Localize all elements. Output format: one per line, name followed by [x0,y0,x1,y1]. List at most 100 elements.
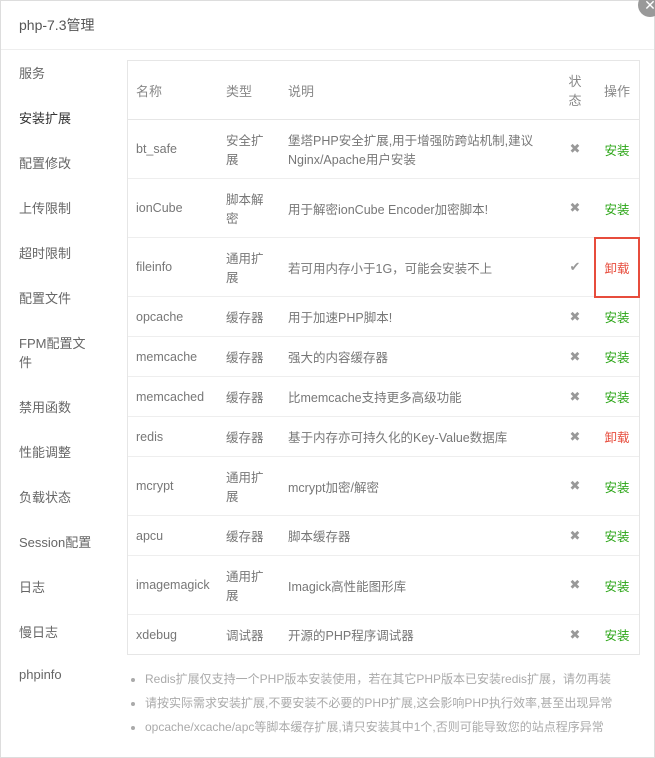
install-button[interactable]: 安装 [604,391,629,405]
sidebar-item-5[interactable]: 配置文件 [1,275,113,320]
cell-action: 安装 [595,179,639,238]
cell-desc: 用于解密ionCube Encoder加密脚本! [280,179,555,238]
content-area: 名称 类型 说明 状态 操作 bt_safe安全扩展堡塔PHP安全扩展,用于增强… [113,50,654,757]
cell-desc: 脚本缓存器 [280,516,555,556]
cell-status: ✖ [555,556,595,615]
cell-type: 缓存器 [218,377,280,417]
sidebar-item-1[interactable]: 安装扩展 [1,95,113,140]
cell-type: 缓存器 [218,297,280,337]
cell-status: ✖ [555,417,595,457]
cell-name: ionCube [128,179,218,238]
cell-status: ✖ [555,120,595,179]
sidebar-item-10[interactable]: Session配置 [1,519,113,564]
table-row: redis缓存器基于内存亦可持久化的Key-Value数据库✖ 卸载 [128,417,639,457]
th-action: 操作 [595,61,639,120]
sidebar-item-13[interactable]: phpinfo [1,654,113,695]
table-row: xdebug调试器开源的PHP程序调试器✖ 安装 [128,615,639,655]
cell-name: imagemagick [128,556,218,615]
cell-name: opcache [128,297,218,337]
cell-status: ✖ [555,457,595,516]
cell-desc: mcrypt加密/解密 [280,457,555,516]
cell-type: 脚本解密 [218,179,280,238]
cell-desc: 基于内存亦可持久化的Key-Value数据库 [280,417,555,457]
cell-status: ✖ [555,516,595,556]
install-button[interactable]: 安装 [604,144,629,158]
cell-action: 安装 [595,297,639,337]
cell-status: ✖ [555,377,595,417]
table-row: ionCube脚本解密用于解密ionCube Encoder加密脚本!✖安装 [128,179,639,238]
th-desc: 说明 [280,61,555,120]
table-row: bt_safe安全扩展堡塔PHP安全扩展,用于增强防跨站机制,建议Nginx/A… [128,120,639,179]
th-status: 状态 [555,61,595,120]
cell-action: 安装 [595,516,639,556]
th-type: 类型 [218,61,280,120]
install-button[interactable]: 安装 [604,481,629,495]
table-row: memcached缓存器比memcache支持更多高级功能✖ 安装 [128,377,639,417]
cell-desc: Imagick高性能图形库 [280,556,555,615]
cell-type: 安全扩展 [218,120,280,179]
cell-desc: 比memcache支持更多高级功能 [280,377,555,417]
table-row: mcrypt通用扩展mcrypt加密/解密✖ 安装 [128,457,639,516]
sidebar-item-11[interactable]: 日志 [1,564,113,609]
cell-desc: 开源的PHP程序调试器 [280,615,555,655]
sidebar-item-2[interactable]: 配置修改 [1,140,113,185]
table-row: memcache缓存器强大的内容缓存器✖安装 [128,337,639,377]
install-button[interactable]: 安装 [604,530,629,544]
cell-name: xdebug [128,615,218,655]
install-button[interactable]: 安装 [604,351,629,365]
cell-name: fileinfo [128,238,218,297]
extensions-table: 名称 类型 说明 状态 操作 bt_safe安全扩展堡塔PHP安全扩展,用于增强… [128,61,639,654]
table-row: apcu缓存器脚本缓存器✖ 安装 [128,516,639,556]
sidebar-item-12[interactable]: 慢日志 [1,609,113,654]
sidebar-item-9[interactable]: 负载状态 [1,474,113,519]
install-button[interactable]: 安装 [604,203,629,217]
cell-type: 通用扩展 [218,238,280,297]
cell-action: 卸载 [595,238,639,297]
cell-action: 安装 [595,337,639,377]
cell-type: 缓存器 [218,417,280,457]
cell-action: 安装 [595,457,639,516]
install-button[interactable]: 安装 [604,580,629,594]
cell-action: 安装 [595,120,639,179]
sidebar-item-4[interactable]: 超时限制 [1,230,113,275]
install-button[interactable]: 安装 [604,629,629,643]
sidebar-item-8[interactable]: 性能调整 [1,429,113,474]
extensions-tbody: bt_safe安全扩展堡塔PHP安全扩展,用于增强防跨站机制,建议Nginx/A… [128,120,639,655]
sidebar-item-6[interactable]: FPM配置文件 [1,320,113,384]
cell-type: 缓存器 [218,516,280,556]
cell-action: 安装 [595,377,639,417]
table-row: imagemagick通用扩展Imagick高性能图形库✖ 安装 [128,556,639,615]
sidebar-item-3[interactable]: 上传限制 [1,185,113,230]
cell-name: memcached [128,377,218,417]
modal-title: php-7.3管理 [1,1,654,50]
table-row: opcache缓存器用于加速PHP脚本!✖ 安装 [128,297,639,337]
table-row: fileinfo通用扩展若可用内存小于1G，可能会安装不上✔ 卸载 [128,238,639,297]
cell-type: 通用扩展 [218,457,280,516]
cell-action: 安装 [595,556,639,615]
cell-type: 通用扩展 [218,556,280,615]
sidebar-item-0[interactable]: 服务 [1,50,113,95]
install-button[interactable]: 安装 [604,311,629,325]
note-item: opcache/xcache/apc等脚本缓存扩展,请只安装其中1个,否则可能导… [145,715,640,739]
cell-desc: 堡塔PHP安全扩展,用于增强防跨站机制,建议Nginx/Apache用户安装 [280,120,555,179]
cell-action: 卸载 [595,417,639,457]
note-item: Redis扩展仅支持一个PHP版本安装使用，若在其它PHP版本已安装redis扩… [145,667,640,691]
cell-name: mcrypt [128,457,218,516]
cell-status: ✖ [555,615,595,655]
note-item: 请按实际需求安装扩展,不要安装不必要的PHP扩展,这会影响PHP执行效率,甚至出… [145,691,640,715]
th-name: 名称 [128,61,218,120]
cell-action: 安装 [595,615,639,655]
uninstall-button[interactable]: 卸载 [604,262,629,276]
cell-status: ✔ [555,238,595,297]
uninstall-button[interactable]: 卸载 [604,431,629,445]
cell-name: apcu [128,516,218,556]
cell-desc: 若可用内存小于1G，可能会安装不上 [280,238,555,297]
cell-type: 调试器 [218,615,280,655]
sidebar-item-7[interactable]: 禁用函数 [1,384,113,429]
cell-name: bt_safe [128,120,218,179]
cell-desc: 用于加速PHP脚本! [280,297,555,337]
cell-name: redis [128,417,218,457]
cell-status: ✖ [555,297,595,337]
sidebar: 服务安装扩展配置修改上传限制超时限制配置文件FPM配置文件禁用函数性能调整负载状… [1,50,113,757]
cell-desc: 强大的内容缓存器 [280,337,555,377]
